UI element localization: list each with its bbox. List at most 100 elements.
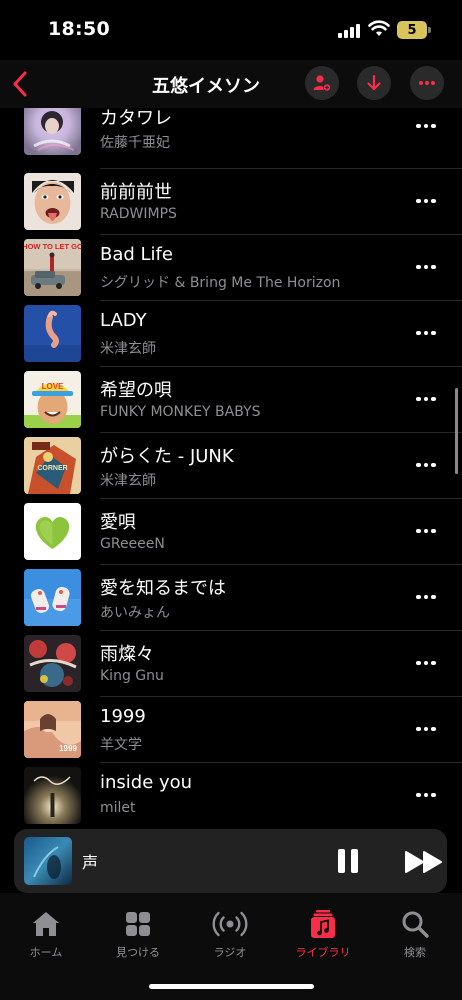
cellular-signal-icon [338, 24, 362, 38]
more-icon [419, 81, 435, 85]
tab-search[interactable]: 検索 [375, 909, 455, 963]
divider [100, 168, 462, 169]
album-artwork [24, 108, 81, 155]
more-options-icon[interactable] [410, 585, 442, 609]
song-row[interactable]: 1999 1999 羊文学 [0, 699, 462, 765]
battery-level: 5 [407, 22, 417, 38]
song-list[interactable]: カタワレ 佐藤千亜妃 前前前世 RADWIMPS HOW TO LET GO B… [0, 108, 462, 833]
navigation-bar: 五悠イメソン [0, 60, 462, 108]
album-artwork [24, 305, 81, 362]
tab-browse[interactable]: 見つける [98, 909, 178, 963]
song-row[interactable]: inside you milet [0, 765, 462, 831]
album-artwork [24, 503, 81, 560]
status-time: 18:50 [48, 18, 110, 40]
album-artwork [24, 767, 81, 824]
song-artist: 佐藤千亜妃 [100, 135, 170, 151]
song-artist: 米津玄師 [100, 341, 156, 357]
pause-button[interactable] [336, 847, 360, 875]
scrollbar[interactable] [455, 388, 458, 474]
add-collaborator-button[interactable] [305, 66, 339, 100]
song-artist: あいみょん [100, 605, 170, 621]
song-row[interactable]: LOVE 希望の唄 FUNKY MONKEY BABYS [0, 369, 462, 435]
tab-label: ラジオ [213, 946, 247, 959]
person-add-icon [313, 75, 331, 92]
tab-radio[interactable]: ラジオ [190, 909, 270, 963]
song-row[interactable]: カタワレ 佐藤千亜妃 [0, 108, 462, 164]
status-bar: 18:50 5 [0, 0, 462, 60]
more-options-icon[interactable] [410, 717, 442, 741]
song-row[interactable]: LADY 米津玄師 [0, 303, 462, 369]
divider [100, 762, 462, 763]
download-icon [367, 74, 381, 91]
song-row[interactable]: HOW TO LET GO Bad Life シグリッド & Bring Me … [0, 237, 462, 303]
tab-label: ホーム [29, 946, 63, 959]
song-title: LADY [100, 310, 147, 331]
song-title: 愛を知るまでは [100, 578, 226, 599]
more-options-icon[interactable] [410, 321, 442, 345]
album-artwork: 1999 [24, 701, 81, 758]
tab-library[interactable]: ライブラリ [283, 909, 363, 963]
divider [100, 696, 462, 697]
album-artwork: CORNER [24, 437, 81, 494]
artwork-text: LOVE [42, 382, 64, 391]
divider [100, 564, 462, 565]
now-playing-artwork [24, 837, 72, 885]
now-playing-title: 声 [82, 853, 99, 872]
grid-icon [126, 912, 150, 936]
song-title: カタワレ [100, 108, 172, 129]
divider [100, 300, 462, 301]
tab-label: 検索 [404, 946, 426, 959]
song-title: 希望の唄 [100, 380, 172, 401]
song-title: inside you [100, 772, 193, 793]
artwork-text: 1999 [59, 744, 77, 753]
more-options-icon[interactable] [410, 519, 442, 543]
song-title: 雨燦々 [100, 644, 154, 665]
home-indicator[interactable] [149, 984, 314, 989]
album-artwork: LOVE [24, 371, 81, 428]
more-button[interactable] [410, 66, 444, 100]
song-artist: RADWIMPS [100, 206, 177, 222]
song-row[interactable]: 雨燦々 King Gnu [0, 633, 462, 699]
song-title: 愛唄 [100, 512, 136, 533]
home-icon [33, 912, 59, 936]
more-options-icon[interactable] [410, 651, 442, 675]
download-button[interactable] [357, 66, 391, 100]
song-row[interactable]: 前前前世 RADWIMPS [0, 171, 462, 237]
album-artwork [24, 173, 81, 230]
album-artwork [24, 569, 81, 626]
mini-player[interactable]: 声 [14, 829, 447, 893]
song-artist: milet [100, 800, 136, 816]
tab-label: ライブラリ [295, 946, 351, 959]
song-artist: 羊文学 [100, 737, 142, 753]
song-artist: GReeeeN [100, 536, 165, 552]
song-artist: FUNKY MONKEY BABYS [100, 404, 261, 420]
more-options-icon[interactable] [410, 189, 442, 213]
song-title: Bad Life [100, 244, 173, 265]
divider [100, 630, 462, 631]
battery-icon: 5 [397, 21, 431, 39]
more-options-icon[interactable] [410, 387, 442, 411]
more-options-icon[interactable] [410, 255, 442, 279]
divider [100, 498, 462, 499]
next-track-button[interactable] [404, 849, 444, 875]
song-title: 1999 [100, 706, 146, 727]
wifi-icon [368, 20, 390, 36]
divider [100, 234, 462, 235]
song-title: がらくた - JUNK [100, 446, 234, 467]
tab-home[interactable]: ホーム [6, 909, 86, 963]
library-icon [311, 910, 335, 938]
song-row[interactable]: 愛唄 GReeeeN [0, 501, 462, 567]
divider [100, 366, 462, 367]
song-artist: 米津玄師 [100, 473, 156, 489]
more-options-icon[interactable] [410, 453, 442, 477]
divider [100, 432, 462, 433]
song-artist: King Gnu [100, 668, 164, 684]
more-options-icon[interactable] [410, 114, 442, 138]
more-options-icon[interactable] [410, 783, 442, 807]
artwork-text: CORNER [37, 465, 67, 472]
search-icon [402, 911, 429, 938]
song-row[interactable]: 愛を知るまでは あいみょん [0, 567, 462, 633]
song-row[interactable]: CORNER がらくた - JUNK 米津玄師 [0, 435, 462, 501]
album-artwork [24, 635, 81, 692]
tab-label: 見つける [116, 946, 160, 959]
